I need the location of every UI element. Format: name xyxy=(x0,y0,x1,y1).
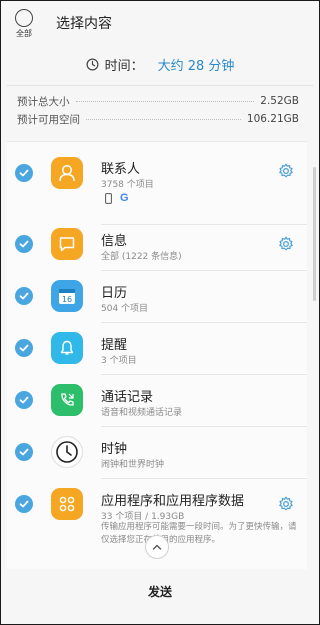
messages-icon xyxy=(51,228,83,260)
svg-text:16: 16 xyxy=(62,295,72,304)
list-item-call-log[interactable]: 通话记录 语音和视频通话记录 xyxy=(7,382,307,430)
list-item-contacts[interactable]: 联系人 3758 个项目 G xyxy=(7,154,307,225)
item-name: 联系人 xyxy=(101,162,141,177)
available-space-row: 预计可用空间 106.21GB xyxy=(17,111,299,127)
item-name: 应用程序和应用程序数据 xyxy=(101,494,245,509)
item-detail: 闹钟和世界时钟 xyxy=(101,460,165,470)
item-detail: 3 个项目 xyxy=(101,356,137,366)
list-item-calendar[interactable]: 16 日历 504 个项目 xyxy=(7,278,307,326)
time-label: 时间： xyxy=(104,58,144,74)
item-name: 信息 xyxy=(101,234,128,249)
dotted-leader xyxy=(75,100,255,102)
reminder-icon xyxy=(51,332,83,364)
divider xyxy=(101,322,307,323)
divider xyxy=(101,270,307,271)
divider xyxy=(7,85,313,86)
item-name: 日历 xyxy=(101,286,128,301)
divider xyxy=(101,478,307,479)
send-button[interactable]: 发送 xyxy=(148,583,172,600)
checkbox-checked[interactable] xyxy=(15,495,33,513)
total-size-row: 预计总大小 2.52GB xyxy=(17,93,299,109)
total-size-value: 2.52GB xyxy=(260,95,299,107)
bottom-bar: 发送 xyxy=(1,571,319,611)
select-all-radio[interactable] xyxy=(15,9,33,27)
account-sources: G xyxy=(105,192,129,204)
call-log-icon xyxy=(51,384,83,416)
screen: 全部 选择内容 时间： 大约 28 分钟 预计总大小 2.52GB 预计可用空间… xyxy=(0,0,320,625)
list-item-messages[interactable]: 信息 全部 (1222 条信息) xyxy=(7,226,307,274)
divider xyxy=(101,374,307,375)
header: 全部 选择内容 xyxy=(1,1,319,41)
checkbox-checked[interactable] xyxy=(15,339,33,357)
clock-app-icon xyxy=(51,436,83,468)
list-item-reminder[interactable]: 提醒 3 个项目 xyxy=(7,330,307,378)
divider xyxy=(101,224,307,225)
item-name: 提醒 xyxy=(101,338,128,353)
scroll-up-button[interactable] xyxy=(145,535,169,559)
item-detail: 语音和视频通话记录 xyxy=(101,408,183,418)
settings-gear-icon[interactable] xyxy=(277,235,295,253)
apps-icon xyxy=(51,488,83,520)
item-detail: 504 个项目 xyxy=(101,304,149,314)
select-all-toggle[interactable]: 全部 xyxy=(9,7,39,38)
google-icon: G xyxy=(120,192,129,204)
available-space-label: 预计可用空间 xyxy=(17,113,80,126)
settings-gear-icon[interactable] xyxy=(277,495,295,513)
item-name: 时钟 xyxy=(101,442,128,457)
total-size-label: 预计总大小 xyxy=(17,95,70,108)
contacts-icon xyxy=(51,157,83,189)
item-detail: 全部 (1222 条信息) xyxy=(101,252,182,262)
scrollbar[interactable] xyxy=(313,167,316,301)
list-item-clock[interactable]: 时钟 闹钟和世界时钟 xyxy=(7,434,307,482)
content-list[interactable]: 联系人 3758 个项目 G 信息 全部 (1222 条信息) 16 日历 50… xyxy=(7,141,307,569)
checkbox-checked[interactable] xyxy=(15,164,33,182)
checkbox-checked[interactable] xyxy=(15,443,33,461)
settings-gear-icon[interactable] xyxy=(277,162,295,180)
item-name: 通话记录 xyxy=(101,390,154,405)
estimated-time: 时间： 大约 28 分钟 xyxy=(7,45,313,83)
clock-icon xyxy=(86,58,99,71)
divider xyxy=(101,426,307,427)
time-value: 大约 28 分钟 xyxy=(157,58,235,74)
phone-icon xyxy=(105,192,112,204)
checkbox-checked[interactable] xyxy=(15,287,33,305)
checkbox-checked[interactable] xyxy=(15,391,33,409)
item-description: 传输应用程序可能需要一段时间。为了更快传输，请仅选择您正在使用的应用程序。 xyxy=(101,522,297,545)
checkbox-checked[interactable] xyxy=(15,235,33,253)
page-title: 选择内容 xyxy=(56,16,112,32)
calendar-icon: 16 xyxy=(51,280,83,312)
select-all-label: 全部 xyxy=(16,29,32,38)
chevron-up-icon xyxy=(152,544,162,550)
item-detail: 3758 个项目 xyxy=(101,180,154,190)
dotted-leader xyxy=(86,118,241,120)
available-space-value: 106.21GB xyxy=(246,113,299,125)
